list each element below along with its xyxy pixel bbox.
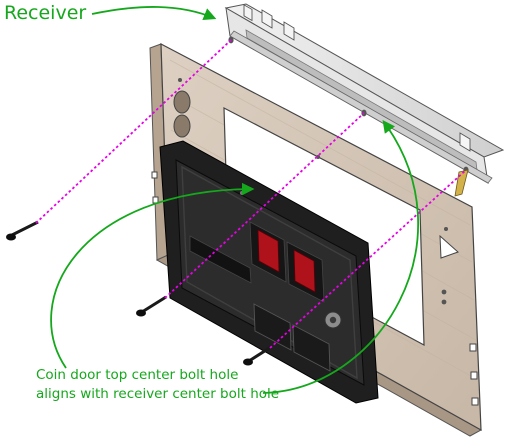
panel-small-hole (441, 299, 447, 305)
panel-round-hole (173, 114, 191, 138)
coin-door-lock-core (329, 316, 337, 324)
receiver-label-arrow (91, 6, 217, 20)
alignment-callout: Coin door top center bolt hole aligns wi… (36, 366, 279, 404)
bolt (136, 295, 167, 317)
receiver-brass-stud (454, 169, 469, 197)
bolt (6, 220, 39, 241)
alignment-callout-line-2: aligns with receiver center bolt hole (36, 386, 280, 402)
coin-door-top-center-bolt-hole (240, 191, 244, 195)
receiver-label: Receiver (4, 2, 87, 24)
panel-bolt-hole (178, 78, 182, 82)
panel-bolt-hole (444, 227, 448, 231)
alignment-callout-line-1: Coin door top center bolt hole (36, 367, 239, 383)
panel-round-hole (173, 90, 191, 114)
panel-small-hole (441, 289, 447, 295)
bolt (243, 345, 272, 366)
